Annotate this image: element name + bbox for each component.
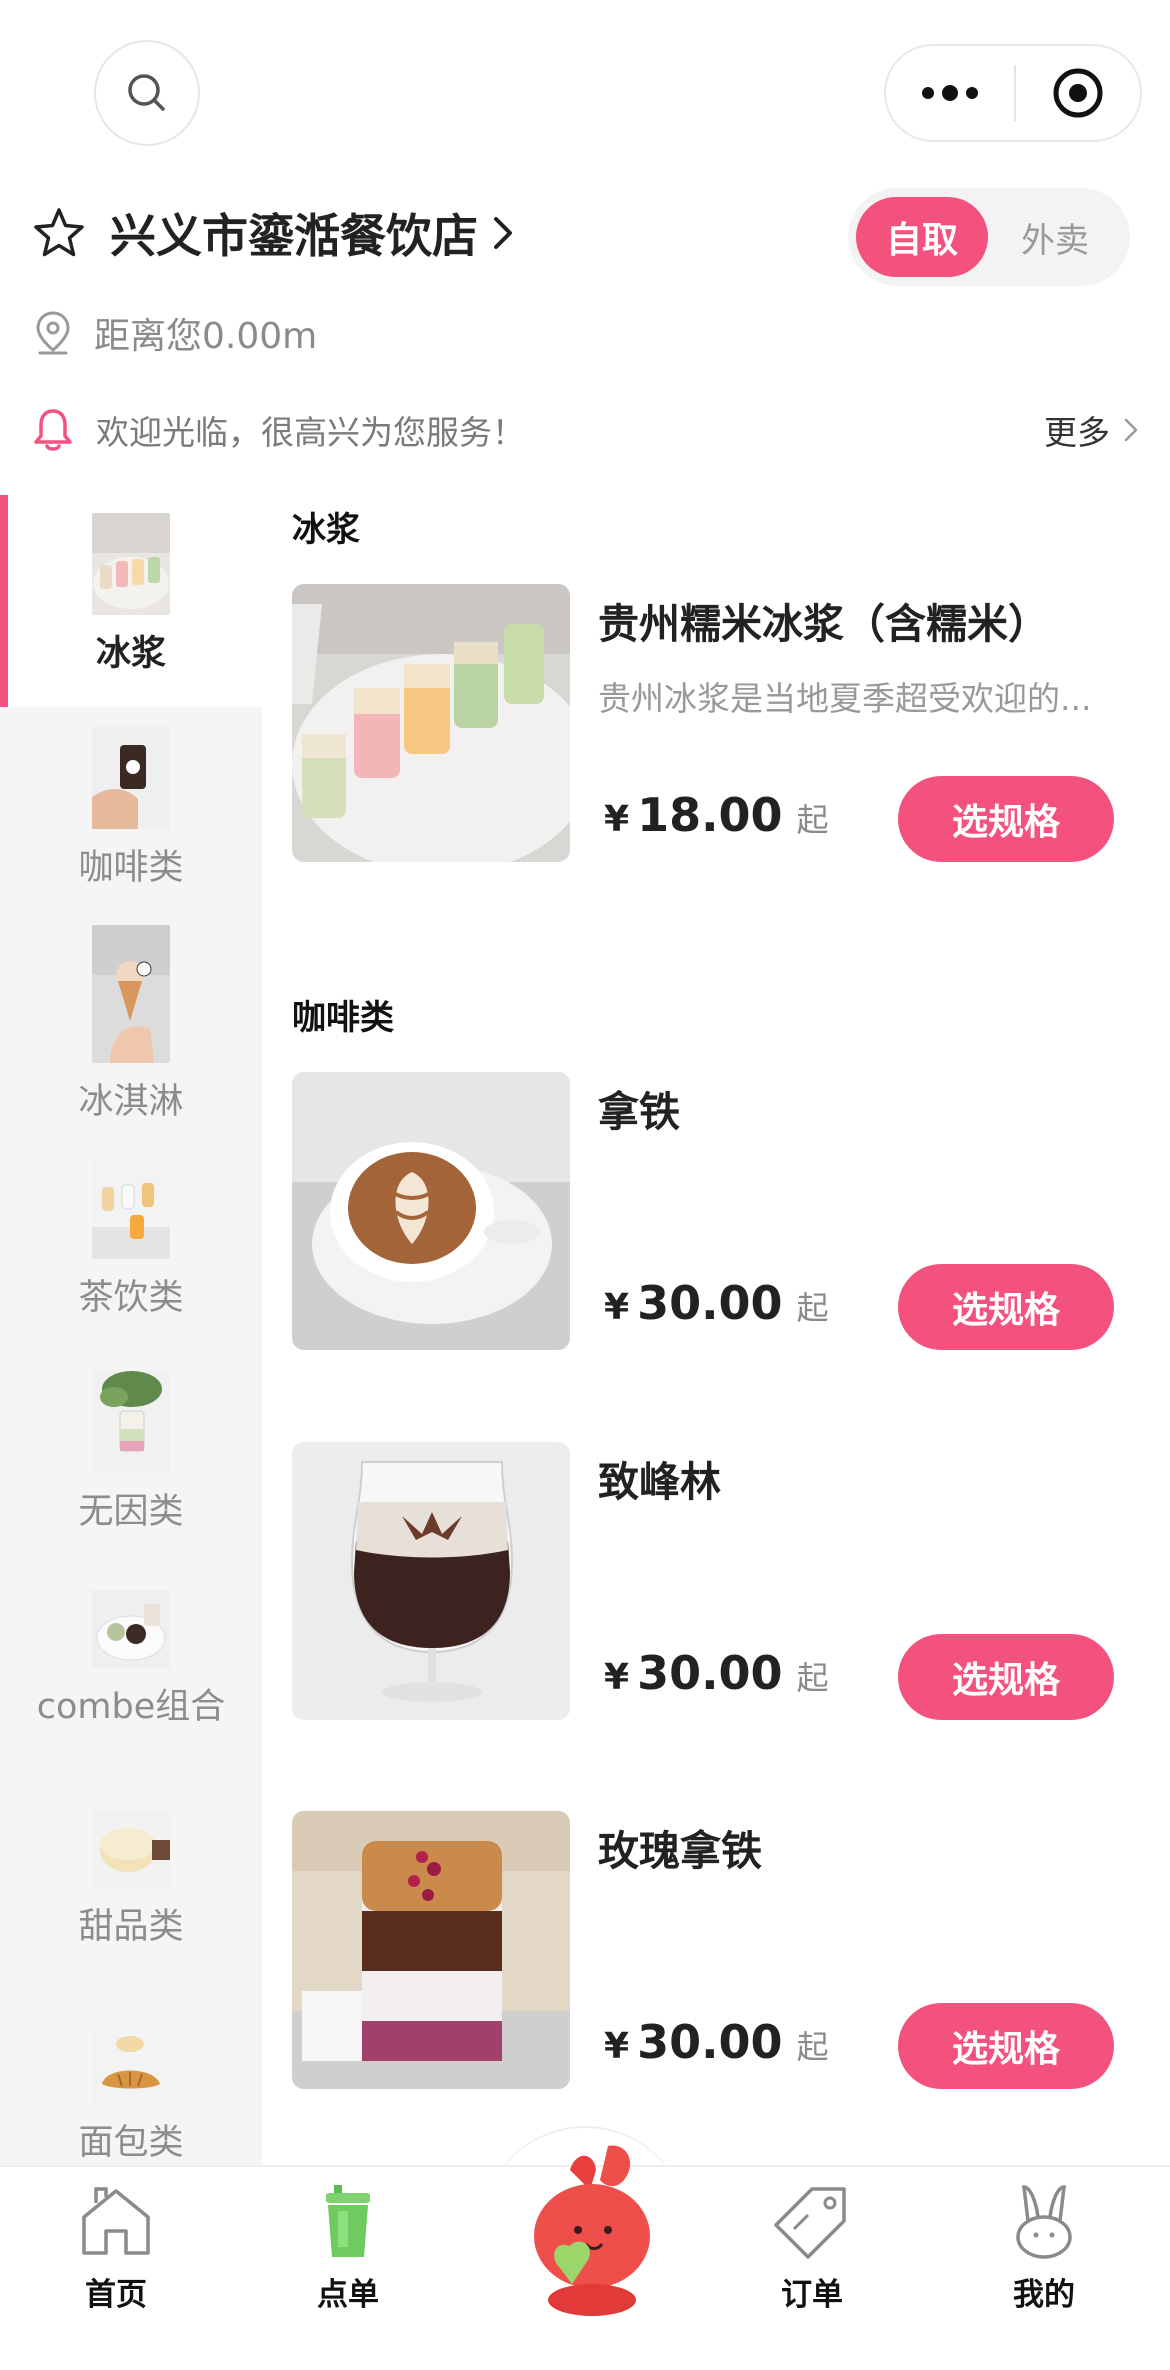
currency-symbol: ¥	[604, 2026, 630, 2067]
product-name: 贵州糯米冰浆（含糯米）	[598, 600, 1049, 648]
product-image	[292, 1811, 570, 2089]
tab-mine[interactable]: 我的	[964, 2181, 1124, 2314]
bell-icon	[34, 409, 72, 451]
currency-symbol: ¥	[604, 1657, 630, 1698]
product-card[interactable]: 拿铁 ¥ 30.00 起 选规格	[292, 1072, 1122, 1350]
product-price: ¥ 30.00 起	[604, 2015, 829, 2069]
location-pin-icon	[36, 311, 70, 355]
category-thumbnail	[92, 2026, 170, 2104]
category-thumbnail	[92, 1590, 170, 1668]
notice-bar: 欢迎光临，很高兴为您服务！ 更多	[32, 400, 1138, 460]
section-title: 冰浆	[292, 510, 360, 550]
category-item-ice-slush[interactable]: 冰浆	[0, 495, 262, 707]
category-item-coffee[interactable]: 咖啡类	[0, 727, 262, 890]
price-suffix: 起	[796, 801, 829, 839]
product-card[interactable]: 致峰林 ¥ 30.00 起 选规格	[292, 1442, 1122, 1720]
tab-home[interactable]: 首页	[36, 2181, 196, 2314]
product-image	[292, 1072, 570, 1350]
category-thumbnail	[92, 1810, 170, 1888]
chevron-right-icon	[1124, 418, 1138, 442]
cup-icon	[326, 2185, 370, 2257]
product-card[interactable]: 贵州糯米冰浆（含糯米） 贵州冰浆是当地夏季超受欢迎的... ¥ 18.00 起 …	[292, 584, 1122, 862]
currency-symbol: ¥	[604, 799, 630, 840]
section-title: 咖啡类	[292, 998, 394, 1038]
search-icon	[128, 74, 165, 111]
product-name: 拿铁	[598, 1088, 680, 1136]
category-item-dessert[interactable]: 甜品类	[0, 1810, 262, 1949]
tab-label: 首页	[85, 2277, 147, 2313]
notice-more-link[interactable]: 更多	[1044, 406, 1138, 454]
more-button[interactable]	[886, 46, 1014, 140]
star-icon[interactable]	[32, 206, 86, 260]
price-suffix: 起	[796, 1659, 829, 1697]
price-value: 30.00	[637, 1646, 783, 1700]
pickup-mode-button[interactable]: 自取	[856, 197, 988, 277]
category-label: 无因类	[78, 1492, 184, 1532]
price-value: 30.00	[637, 1276, 783, 1330]
category-label: 甜品类	[78, 1907, 184, 1947]
select-spec-button[interactable]: 选规格	[898, 1634, 1114, 1720]
distance-text: 距离您0.00m	[94, 316, 318, 357]
tab-orders[interactable]: 订单	[732, 2181, 892, 2314]
center-mascot-button[interactable]	[512, 2140, 662, 2320]
product-image	[292, 1442, 570, 1720]
active-indicator	[0, 495, 8, 707]
mini-program-capsule	[884, 44, 1142, 142]
product-price: ¥ 18.00 起	[604, 788, 829, 842]
category-label: combe组合	[36, 1687, 226, 1727]
tab-order[interactable]: 点单	[268, 2181, 428, 2314]
category-label: 咖啡类	[78, 848, 184, 888]
category-item-tea[interactable]: 茶饮类	[0, 1157, 262, 1320]
chevron-right-icon	[494, 217, 512, 249]
mascot-icon	[534, 2145, 650, 2316]
category-thumbnail	[92, 1371, 170, 1473]
notice-more-label: 更多	[1044, 413, 1110, 452]
price-suffix: 起	[796, 2028, 829, 2066]
price-value: 30.00	[637, 2015, 783, 2069]
category-sidebar: 冰浆 咖啡类 冰淇淋 茶饮类 无因类 combe组合 甜品类 面包类	[0, 495, 262, 2165]
distance-info: 距离您0.00m	[34, 306, 317, 360]
category-item-bread[interactable]: 面包类	[0, 2026, 262, 2165]
category-thumbnail	[92, 513, 170, 615]
price-value: 18.00	[637, 788, 783, 842]
category-item-combo[interactable]: combe组合	[0, 1590, 262, 1729]
search-button[interactable]	[94, 40, 200, 146]
select-spec-button[interactable]: 选规格	[898, 2003, 1114, 2089]
tag-icon	[774, 2187, 846, 2259]
product-price: ¥ 30.00 起	[604, 1276, 829, 1330]
product-image	[292, 584, 570, 862]
category-thumbnail	[92, 727, 170, 829]
category-label: 面包类	[78, 2123, 184, 2163]
rabbit-icon	[1016, 2185, 1072, 2259]
category-thumbnail	[92, 1157, 170, 1259]
notice-text: 欢迎光临，很高兴为您服务！	[96, 413, 525, 452]
product-card[interactable]: 玫瑰拿铁 ¥ 30.00 起 选规格	[292, 1811, 1122, 2089]
product-name: 致峰林	[598, 1458, 721, 1506]
price-suffix: 起	[796, 1289, 829, 1327]
product-name: 玫瑰拿铁	[598, 1827, 762, 1875]
target-icon	[1053, 68, 1103, 118]
product-description: 贵州冰浆是当地夏季超受欢迎的...	[598, 679, 1092, 718]
category-item-caffeine-free[interactable]: 无因类	[0, 1371, 262, 1534]
order-mode-toggle: 自取 外卖	[848, 188, 1130, 286]
currency-symbol: ¥	[604, 1287, 630, 1328]
category-thumbnail	[92, 925, 170, 1063]
category-label: 茶饮类	[78, 1278, 184, 1318]
product-price: ¥ 30.00 起	[604, 1646, 829, 1700]
select-spec-button[interactable]: 选规格	[898, 776, 1114, 862]
select-spec-button[interactable]: 选规格	[898, 1264, 1114, 1350]
tab-label: 我的	[1013, 2277, 1075, 2313]
store-name[interactable]: 兴义市鎏湉餐饮店	[110, 200, 478, 266]
home-icon	[82, 2187, 150, 2255]
delivery-mode-button[interactable]: 外卖	[988, 213, 1122, 262]
more-dots-icon	[922, 85, 978, 101]
store-header[interactable]: 兴义市鎏湉餐饮店	[32, 200, 514, 266]
tab-label: 订单	[781, 2277, 843, 2313]
tab-label: 点单	[317, 2277, 379, 2313]
close-miniprogram-button[interactable]	[1016, 46, 1140, 140]
category-label: 冰浆	[95, 634, 166, 674]
category-label: 冰淇淋	[78, 1082, 184, 1122]
category-item-ice-cream[interactable]: 冰淇淋	[0, 925, 262, 1124]
